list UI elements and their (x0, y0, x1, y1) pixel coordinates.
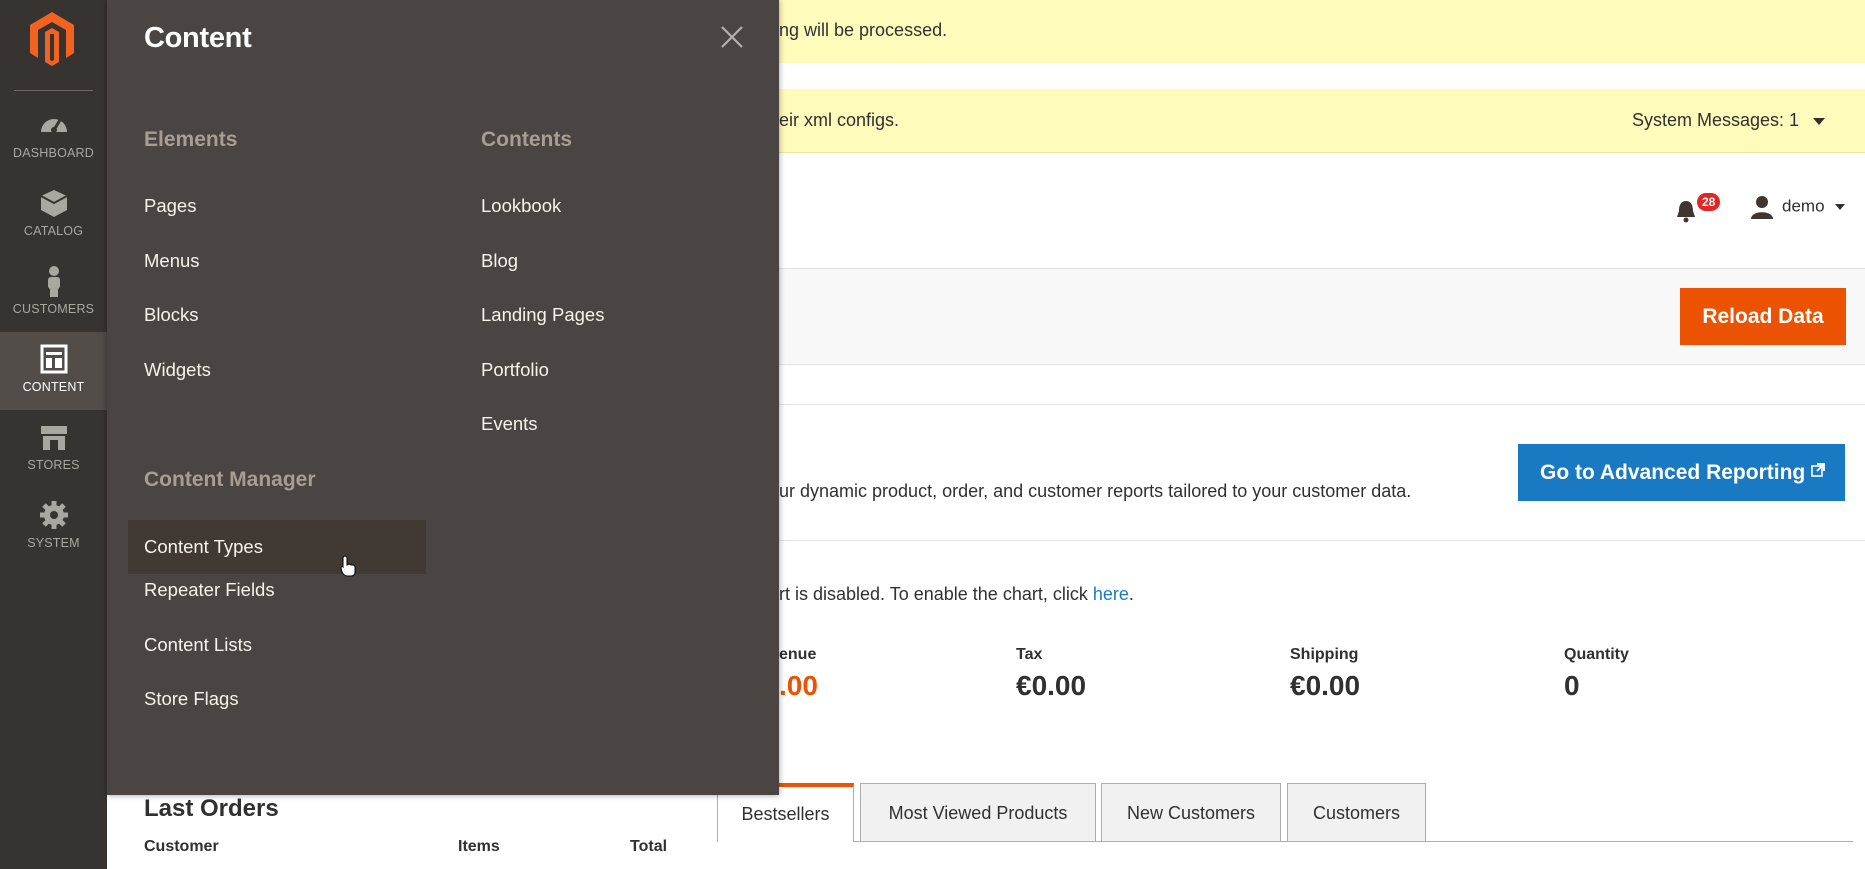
chevron-down-icon (1834, 204, 1845, 210)
advanced-reporting-label: Go to Advanced Reporting (1540, 460, 1806, 484)
column-header-items[interactable]: Items (458, 838, 500, 856)
total-label: Shipping (1290, 646, 1359, 663)
divider (779, 540, 1865, 541)
notifications-count-badge: 28 (1697, 193, 1721, 211)
content-icon (40, 344, 67, 374)
message-text: eir xml configs. (779, 110, 900, 130)
tabs-underline (853, 841, 1853, 842)
header-actions: 28 demo (1675, 193, 1855, 228)
nav-label: CONTENT (22, 380, 85, 394)
total-quantity: Quantity 0 (1564, 646, 1629, 702)
user-icon (1751, 196, 1773, 219)
chart-note-suffix: . (1128, 584, 1134, 604)
advanced-reporting-button[interactable]: Go to Advanced Reporting (1518, 444, 1845, 501)
section-heading: Content Manager (144, 468, 316, 491)
menu-item-portfolio[interactable]: Portfolio (465, 358, 604, 413)
nav-item-stores[interactable]: STORES (0, 410, 107, 488)
column-header-total[interactable]: Total (630, 838, 667, 856)
catalog-icon (40, 190, 67, 217)
last-orders-title: Last Orders (144, 795, 279, 822)
total-shipping: Shipping €0.00 (1290, 646, 1360, 702)
total-value: €0.00 (1290, 670, 1361, 701)
customers-icon (47, 266, 60, 297)
system-messages-toggle[interactable]: System Messages: 1 (1632, 110, 1825, 131)
reload-data-button[interactable]: Reload Data (1680, 288, 1846, 345)
tab-new-customers[interactable]: New Customers (1101, 783, 1281, 842)
nav-item-customers[interactable]: CUSTOMERS (0, 254, 107, 332)
menu-item-blocks[interactable]: Blocks (128, 303, 237, 358)
nav-item-system[interactable]: SYSTEM (0, 488, 107, 566)
content-flyout-menu: Content Elements Pages Menus Blocks Widg… (107, 0, 779, 795)
total-label: Quantity (1564, 646, 1629, 663)
nav-item-catalog[interactable]: CATALOG (0, 176, 107, 254)
menu-item-content-types[interactable]: Content Types (128, 520, 426, 574)
notification-message: ng will be processed. (779, 0, 1865, 63)
menu-item-store-flags[interactable]: Store Flags (128, 687, 426, 742)
divider (779, 404, 1865, 405)
magento-logo-icon[interactable] (26, 10, 78, 66)
nav-label: DASHBOARD (13, 146, 94, 160)
tab-most-viewed-products[interactable]: Most Viewed Products (860, 783, 1096, 842)
menu-item-menus[interactable]: Menus (128, 249, 237, 304)
section-heading: Elements (144, 128, 238, 151)
system-message-bar: eir xml configs. System Messages: 1 (779, 89, 1865, 153)
stores-icon (40, 426, 67, 450)
menu-item-content-lists[interactable]: Content Lists (128, 633, 426, 688)
nav-item-content[interactable]: CONTENT (0, 332, 107, 410)
nav-label: CATALOG (23, 224, 84, 238)
menu-item-repeater-fields[interactable]: Repeater Fields (128, 578, 426, 633)
message-text: ng will be processed. (779, 20, 948, 40)
menu-item-pages[interactable]: Pages (128, 194, 237, 249)
system-messages-label: System Messages: 1 (1631, 110, 1799, 130)
advanced-reporting-description: ur dynamic product, order, and customer … (779, 481, 1412, 501)
menu-item-widgets[interactable]: Widgets (128, 358, 237, 413)
menu-item-lookbook[interactable]: Lookbook (465, 194, 604, 249)
nav-label: SYSTEM (27, 536, 80, 550)
chart-note-text: rt is disabled. To enable the chart, cli… (779, 584, 1093, 604)
total-value: €0.00 (1016, 670, 1087, 701)
menu-item-events[interactable]: Events (465, 412, 604, 467)
total-tax: Tax €0.00 (1016, 646, 1086, 702)
total-label: enue (779, 646, 817, 663)
external-link-icon (1811, 462, 1826, 477)
admin-sidebar: DASHBOARD CATALOG CUSTOMERS CONTENT STOR… (0, 0, 107, 869)
nav-label: STORES (27, 458, 80, 472)
total-value: .00 (779, 670, 818, 701)
chart-disabled-note: rt is disabled. To enable the chart, cli… (779, 584, 1134, 605)
user-menu[interactable]: demo (1750, 195, 1845, 219)
enable-chart-link[interactable]: here (1093, 584, 1129, 604)
total-label: Tax (1016, 646, 1043, 663)
bell-icon (1677, 201, 1695, 223)
column-header-customer[interactable]: Customer (144, 838, 219, 856)
section-heading: Contents (481, 128, 572, 151)
total-value: 0 (1564, 670, 1580, 701)
menu-item-blog[interactable]: Blog (465, 249, 604, 304)
close-icon[interactable] (717, 22, 747, 52)
notifications-button[interactable]: 28 (1675, 193, 1721, 228)
nav-item-dashboard[interactable]: DASHBOARD (0, 98, 107, 176)
total-revenue: enue .00 (779, 646, 818, 702)
nav-divider (14, 90, 93, 91)
contents-section: Contents Lookbook Blog Landing Pages Por… (481, 128, 604, 467)
menu-item-landing-pages[interactable]: Landing Pages (465, 303, 604, 358)
chevron-down-icon (1813, 117, 1825, 125)
elements-section: Elements Pages Menus Blocks Widgets (144, 128, 237, 412)
user-name: demo (1782, 196, 1825, 216)
dashboard-icon (40, 119, 67, 133)
system-icon (39, 501, 68, 529)
hand-cursor-icon (340, 555, 356, 577)
nav-label: CUSTOMERS (12, 302, 95, 316)
content-manager-section: Content Manager Content Types Repeater F… (128, 468, 426, 742)
tab-customers[interactable]: Customers (1287, 783, 1426, 842)
flyout-title: Content (144, 22, 252, 54)
